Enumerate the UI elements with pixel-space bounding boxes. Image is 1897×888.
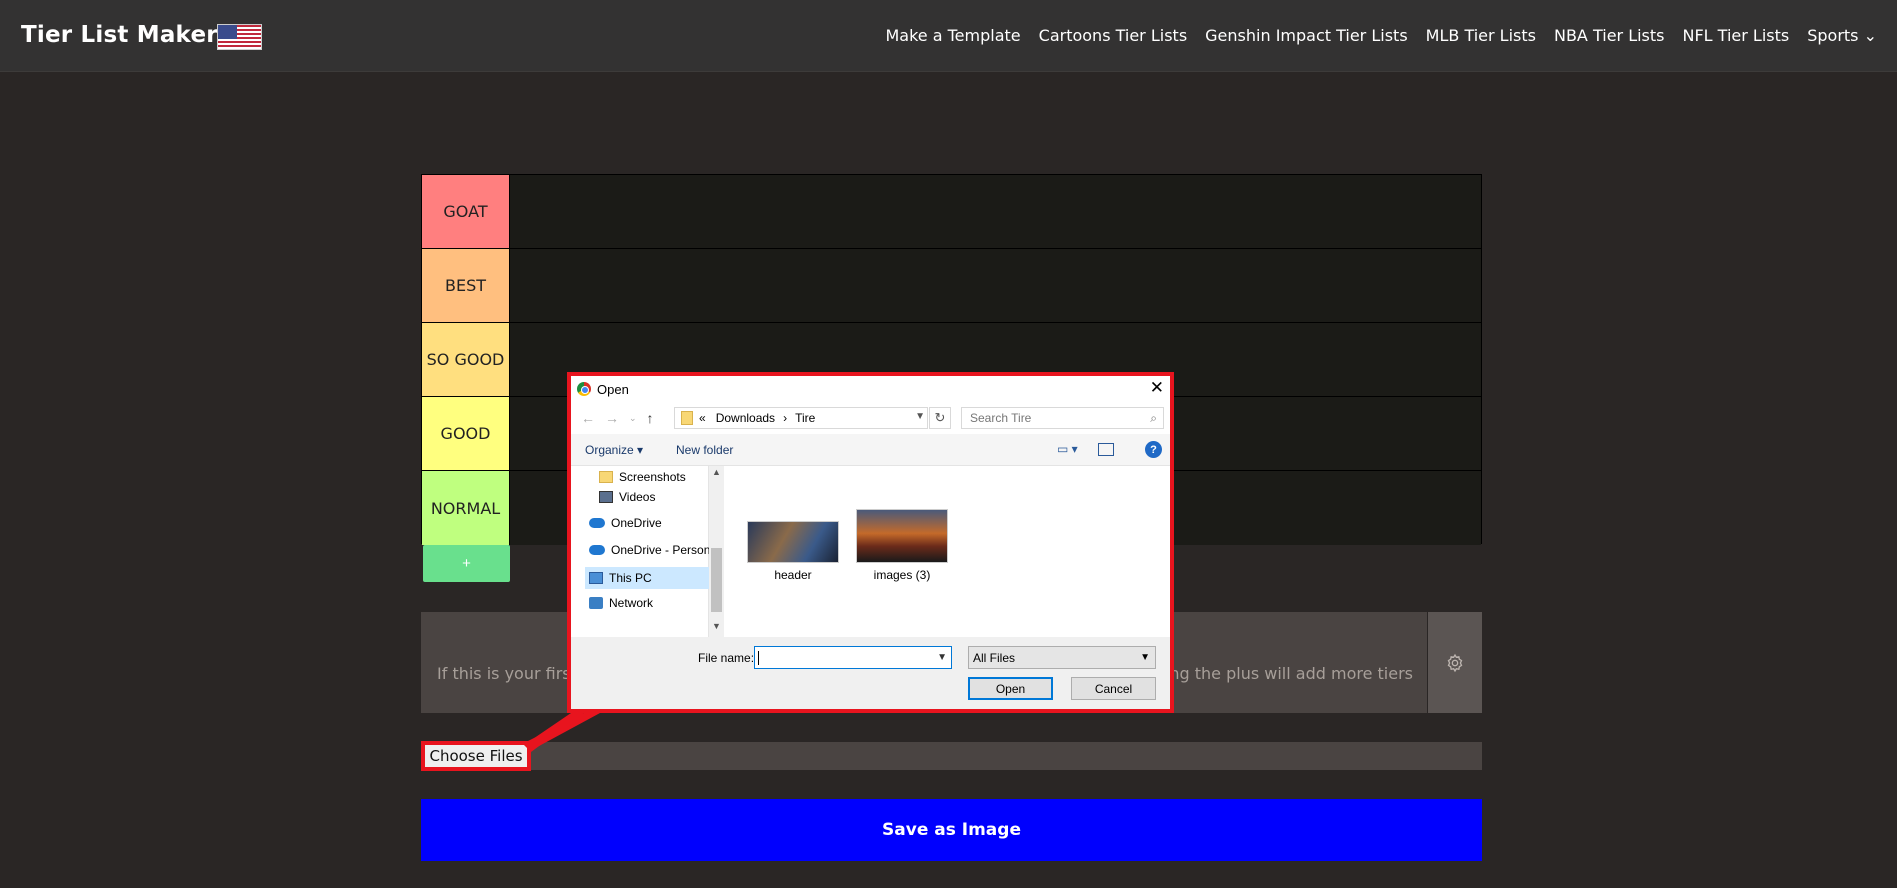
- nav-item-label: OneDrive - Person: [611, 543, 711, 557]
- info-text-left: If this is your first: [437, 664, 577, 683]
- computer-icon: [589, 572, 603, 584]
- tier-label-goat[interactable]: GOAT: [422, 175, 510, 248]
- choose-files-button[interactable]: Choose Files: [421, 741, 531, 771]
- nav-sports-dropdown[interactable]: Sports ⌄: [1807, 26, 1877, 45]
- text-cursor: [758, 651, 759, 665]
- scroll-up-icon[interactable]: ▲: [712, 467, 721, 477]
- nav-scrollbar[interactable]: ▲ ▼: [709, 466, 724, 637]
- dialog-footer: File name: ▼ All Files ▼ Open Cancel: [571, 637, 1170, 709]
- file-type-select[interactable]: All Files ▼: [968, 646, 1156, 669]
- tier-label-normal[interactable]: NORMAL: [422, 471, 510, 545]
- nav-item-label: OneDrive: [611, 516, 662, 530]
- open-file-dialog: Open ✕ ← → ⌄ ↑ « Downloads › Tire ▼ ↻ Se…: [567, 372, 1174, 713]
- file-list: header images (3): [724, 466, 1170, 637]
- chrome-icon: [577, 382, 591, 396]
- forward-arrow-icon[interactable]: →: [605, 410, 619, 426]
- path-overflow[interactable]: «: [699, 411, 706, 425]
- tier-row: BEST: [422, 249, 1481, 323]
- up-arrow-icon[interactable]: ↑: [647, 410, 654, 426]
- file-item-header[interactable]: header: [747, 521, 839, 582]
- main-nav: Make a Template Cartoons Tier Lists Gens…: [886, 26, 1878, 45]
- close-icon[interactable]: ✕: [1150, 378, 1164, 398]
- onedrive-cloud-icon: [589, 518, 605, 528]
- nav-nba[interactable]: NBA Tier Lists: [1554, 26, 1665, 45]
- file-name: images (3): [873, 568, 931, 582]
- cancel-button[interactable]: Cancel: [1071, 677, 1156, 700]
- refresh-icon[interactable]: ↻: [929, 407, 951, 429]
- nav-item-this-pc[interactable]: This PC: [585, 567, 713, 589]
- us-flag-icon[interactable]: [217, 24, 262, 50]
- chevron-down-icon[interactable]: ▼: [915, 411, 925, 422]
- onedrive-cloud-icon: [589, 545, 605, 555]
- file-thumbnail: [747, 521, 839, 563]
- file-type-value: All Files: [973, 650, 1016, 665]
- view-options-icon[interactable]: ▭ ▾: [1057, 442, 1078, 456]
- nav-item-videos[interactable]: Videos: [599, 490, 727, 504]
- nav-item-label: Videos: [619, 490, 656, 504]
- nav-nfl[interactable]: NFL Tier Lists: [1683, 26, 1790, 45]
- nav-item-network[interactable]: Network: [589, 596, 717, 610]
- site-logo[interactable]: Tier List Maker: [21, 22, 218, 48]
- navigation-pane: Screenshots Videos OneDrive OneDrive - P…: [571, 466, 713, 637]
- nav-cartoons[interactable]: Cartoons Tier Lists: [1039, 26, 1188, 45]
- path-breadcrumb[interactable]: « Downloads › Tire ▼: [674, 407, 928, 429]
- nav-mlb[interactable]: MLB Tier Lists: [1426, 26, 1536, 45]
- new-folder-button[interactable]: New folder: [676, 443, 733, 457]
- file-thumbnail: [856, 509, 948, 563]
- add-tier-button[interactable]: +: [423, 545, 510, 582]
- recent-dropdown-icon[interactable]: ⌄: [629, 413, 637, 426]
- help-icon[interactable]: ?: [1145, 441, 1162, 458]
- nav-item-screenshots[interactable]: Screenshots: [599, 470, 727, 484]
- nav-item-label: Network: [609, 596, 654, 610]
- tier-label-good[interactable]: GOOD: [422, 397, 510, 470]
- search-input[interactable]: Search Tire ⌕: [961, 407, 1164, 429]
- file-name: header: [774, 568, 812, 582]
- video-folder-icon: [599, 491, 613, 503]
- folder-icon: [681, 411, 693, 425]
- chevron-down-icon: ▼: [1140, 652, 1150, 663]
- file-item-images-3[interactable]: images (3): [854, 509, 950, 582]
- address-bar: ← → ⌄ ↑ « Downloads › Tire ▼ ↻ Search Ti…: [571, 402, 1170, 434]
- tier-drop-zone[interactable]: [510, 175, 1481, 248]
- nav-item-onedrive-personal[interactable]: OneDrive - Person: [589, 543, 717, 557]
- preview-pane-icon[interactable]: [1098, 443, 1114, 456]
- scroll-thumb[interactable]: [711, 548, 722, 612]
- info-text-right: ing the plus will add more tiers: [1164, 664, 1413, 683]
- path-tire[interactable]: Tire: [795, 411, 815, 425]
- scroll-down-icon[interactable]: ▼: [712, 621, 721, 631]
- back-arrow-icon[interactable]: ←: [581, 410, 595, 426]
- chevron-down-icon[interactable]: ▼: [937, 652, 947, 663]
- nav-item-label: This PC: [609, 571, 652, 585]
- folder-icon: [599, 471, 613, 483]
- open-button[interactable]: Open: [968, 677, 1053, 700]
- tier-row: GOAT: [422, 175, 1481, 249]
- search-placeholder: Search Tire: [970, 411, 1032, 425]
- path-separator: ›: [783, 411, 788, 425]
- network-icon: [589, 597, 603, 609]
- settings-gear-icon[interactable]: [1428, 612, 1482, 713]
- top-nav-bar: Tier List Maker Make a Template Cartoons…: [0, 0, 1897, 72]
- tier-label-best[interactable]: BEST: [422, 249, 510, 322]
- organize-button[interactable]: Organize ▾: [585, 443, 643, 457]
- nav-item-onedrive[interactable]: OneDrive: [589, 516, 717, 530]
- file-upload-bar: [421, 742, 1482, 770]
- search-icon: ⌕: [1150, 411, 1157, 425]
- nav-make-template[interactable]: Make a Template: [886, 26, 1021, 45]
- tier-drop-zone[interactable]: [510, 249, 1481, 322]
- tier-label-so-good[interactable]: SO GOOD: [422, 323, 510, 396]
- file-name-input[interactable]: ▼: [754, 646, 952, 669]
- dialog-title: Open: [597, 381, 629, 397]
- nav-genshin[interactable]: Genshin Impact Tier Lists: [1205, 26, 1408, 45]
- file-name-label: File name:: [698, 651, 755, 665]
- nav-item-label: Screenshots: [619, 470, 686, 484]
- dialog-toolbar: Organize ▾ New folder ▭ ▾ ?: [571, 434, 1170, 466]
- path-downloads[interactable]: Downloads: [716, 411, 775, 425]
- dialog-titlebar: Open ✕: [571, 376, 1170, 402]
- save-as-image-button[interactable]: Save as Image: [421, 799, 1482, 861]
